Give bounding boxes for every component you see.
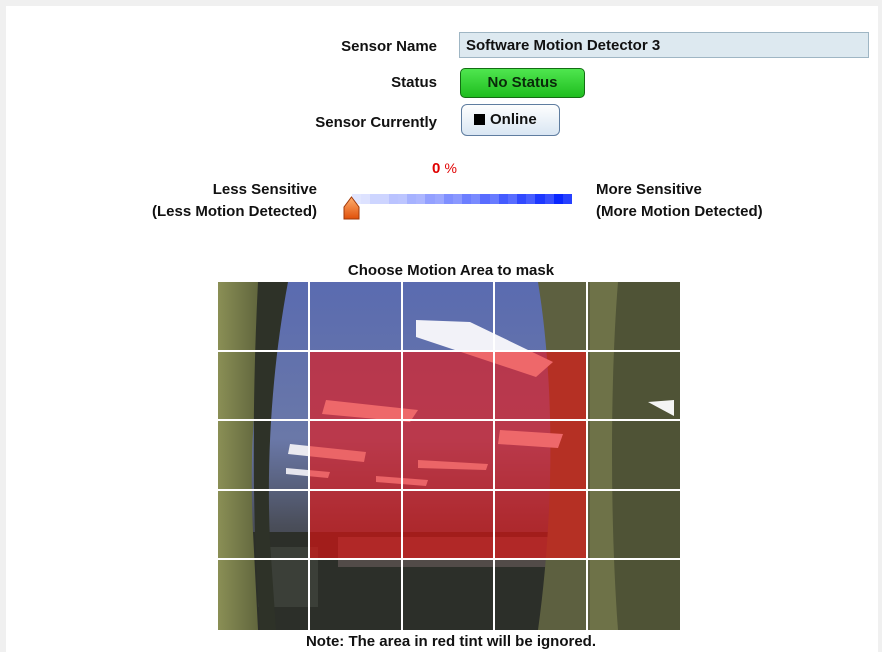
sensitivity-slider-track[interactable] [352, 194, 573, 204]
slider-segment [471, 194, 481, 204]
slider-segment [407, 194, 417, 204]
status-label: Status [391, 74, 437, 91]
slider-segment [443, 194, 453, 204]
mask-cell[interactable] [310, 282, 403, 352]
slider-segment [526, 194, 536, 204]
sensor-name-field[interactable] [459, 32, 869, 58]
slider-segment [425, 194, 435, 204]
slider-segment [434, 194, 444, 204]
mask-cell[interactable] [310, 421, 403, 491]
mask-cell[interactable] [310, 490, 403, 561]
mask-cell[interactable] [402, 490, 496, 561]
status-button[interactable]: No Status [460, 68, 585, 98]
mask-cell[interactable] [218, 490, 311, 561]
online-label: Online [490, 111, 537, 128]
slider-segment [361, 194, 371, 204]
mask-cell[interactable] [218, 351, 311, 422]
slider-segment [498, 194, 508, 204]
mask-cell[interactable] [495, 421, 588, 491]
slider-segment [397, 194, 408, 204]
mask-cell[interactable] [588, 560, 680, 630]
mask-grid[interactable] [218, 282, 680, 630]
mask-cell[interactable] [495, 560, 588, 630]
mask-cell[interactable] [218, 282, 311, 352]
mask-cell[interactable] [310, 351, 403, 422]
mask-cell[interactable] [218, 560, 311, 630]
slider-segment [562, 194, 573, 204]
sensitivity-percent: 0 % [432, 160, 457, 177]
mask-cell[interactable] [402, 421, 496, 491]
mask-cell[interactable] [495, 490, 588, 561]
mask-cell[interactable] [402, 351, 496, 422]
slider-segment [379, 194, 389, 204]
mask-note: Note: The area in red tint will be ignor… [305, 633, 597, 650]
slider-segment [370, 194, 380, 204]
camera-view [218, 282, 680, 630]
sensitivity-unit: % [444, 160, 457, 176]
slider-segment [416, 194, 426, 204]
slider-segment [553, 194, 563, 204]
stop-square-icon [474, 114, 485, 125]
mask-cell[interactable] [218, 421, 311, 491]
mask-cell[interactable] [310, 560, 403, 630]
slider-segment [517, 194, 527, 204]
sensor-name-label: Sensor Name [341, 38, 437, 55]
mask-cell[interactable] [495, 351, 588, 422]
mask-cell[interactable] [587, 282, 680, 352]
more-sensitive-label: More Sensitive [596, 181, 702, 198]
sensor-currently-label: Sensor Currently [315, 114, 437, 131]
more-motion-label: (More Motion Detected) [596, 203, 763, 220]
mask-cell[interactable] [587, 421, 680, 491]
mask-cell[interactable] [402, 282, 496, 352]
slider-segment [489, 194, 499, 204]
sensitivity-slider-thumb[interactable] [343, 196, 360, 220]
slider-segment [388, 194, 398, 204]
mask-cell[interactable] [495, 282, 588, 352]
mask-cell[interactable] [587, 352, 680, 422]
less-sensitive-label: Less Sensitive [212, 181, 317, 198]
sensitivity-value: 0 [432, 160, 441, 177]
slider-segment [535, 194, 545, 204]
mask-cell[interactable] [587, 491, 680, 561]
online-toggle-button[interactable]: Online [461, 104, 560, 136]
slider-segment [480, 194, 490, 204]
slider-segment [544, 194, 554, 204]
slider-segment [452, 194, 463, 204]
mask-cell[interactable] [403, 560, 496, 630]
slider-segment [507, 194, 518, 204]
less-motion-label: (Less Motion Detected) [151, 203, 317, 220]
mask-area-title: Choose Motion Area to mask [347, 262, 555, 279]
slider-segment [462, 194, 472, 204]
